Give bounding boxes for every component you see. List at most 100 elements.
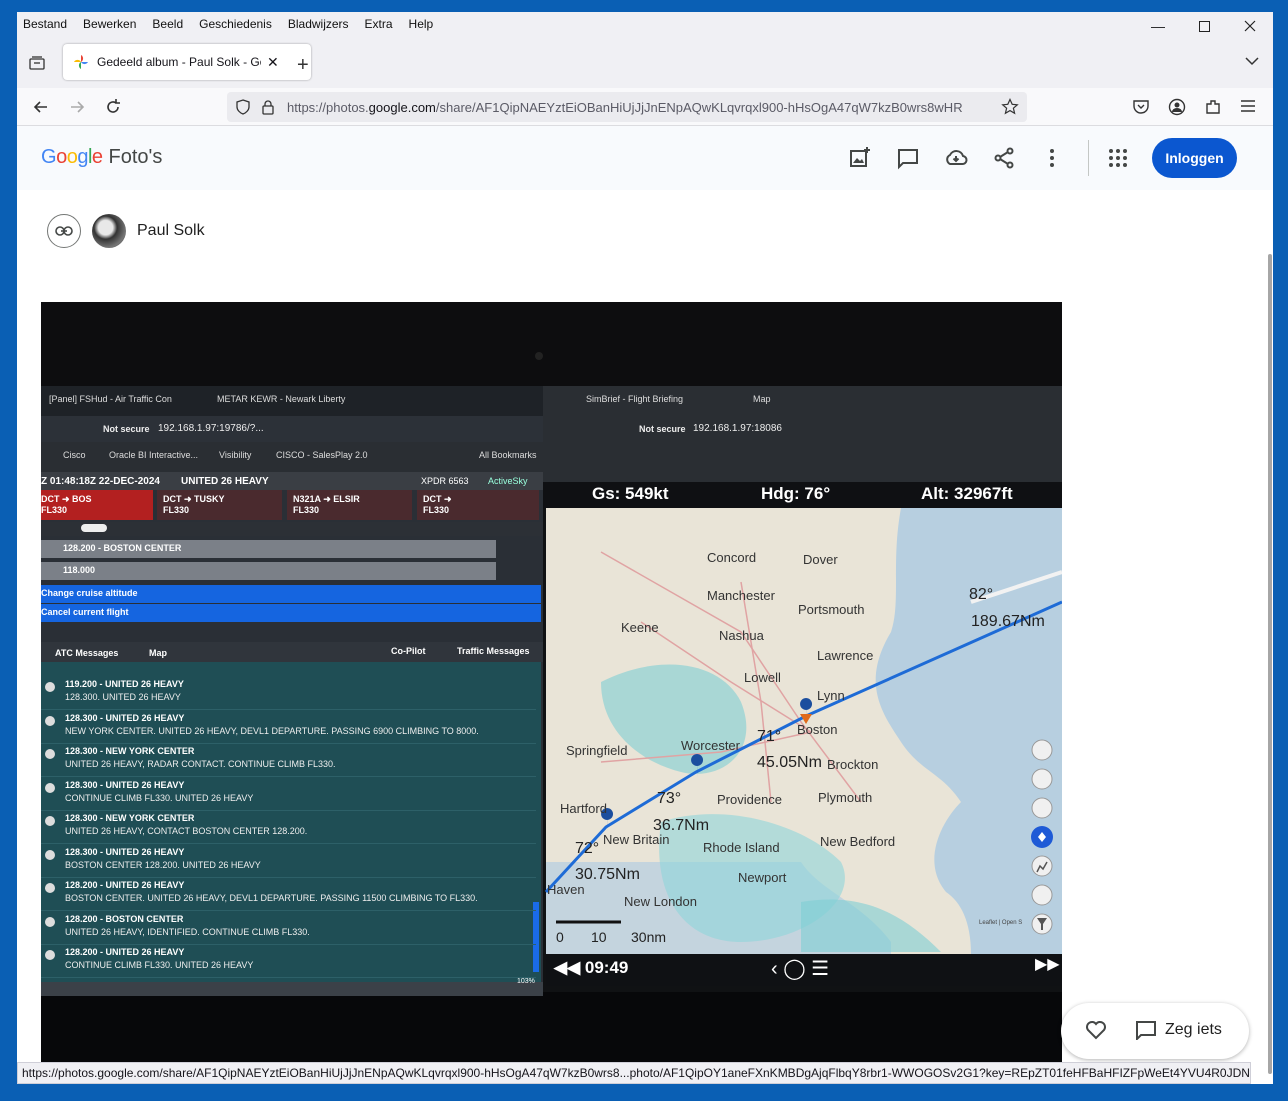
heart-icon[interactable] xyxy=(1085,1020,1107,1040)
app-header: Google Foto's Inloggen xyxy=(17,126,1273,190)
menu-file[interactable]: Bestand xyxy=(23,17,67,31)
atc-message-text: CONTINUE CLIMB FL330. UNITED 26 HEAVY xyxy=(65,960,254,970)
status-bar-link: https://photos.google.com/share/AF1QipNA… xyxy=(17,1062,1251,1084)
map-city-label: New Bedford xyxy=(820,834,896,849)
rewind-time[interactable]: ◀◀ 09:49 xyxy=(554,958,628,978)
toggle-copilot[interactable]: Co-Pilot xyxy=(391,646,426,656)
bookmark-star-icon[interactable] xyxy=(1001,98,1019,116)
map-attribution: Leaflet | Open S xyxy=(979,920,1023,926)
bookmark-all: All Bookmarks xyxy=(479,450,537,460)
menu-help[interactable]: Help xyxy=(409,17,434,31)
atc-message-text: UNITED 26 HEAVY, CONTACT BOSTON CENTER 1… xyxy=(65,826,308,836)
menu-history[interactable]: Geschiedenis xyxy=(199,17,272,31)
map-city-label: Boston xyxy=(797,722,838,737)
map-city-label: Providence xyxy=(717,792,783,807)
action-change-altitude[interactable]: Change cruise altitude xyxy=(41,588,138,598)
right-browser-tab-2: Map xyxy=(753,394,771,404)
map-city-label: Dover xyxy=(803,552,838,567)
person-icon xyxy=(45,916,55,927)
back-icon[interactable] xyxy=(31,97,51,117)
add-photos-icon[interactable] xyxy=(848,146,872,170)
reload-icon[interactable] xyxy=(103,97,123,117)
share-icon[interactable] xyxy=(992,146,1016,170)
url-bar[interactable]: https://photos.google.com/share/AF1QipNA… xyxy=(227,92,1027,122)
atc-message-text: UNITED 26 HEAVY, RADAR CONTACT. CONTINUE… xyxy=(65,759,336,769)
leg-2-course: 71° xyxy=(757,728,782,745)
atc-message-header: 128.300 - UNITED 26 HEAVY xyxy=(65,846,185,857)
atc-message-header: 128.300 - UNITED 26 HEAVY xyxy=(65,712,185,723)
forward-icon[interactable] xyxy=(67,97,87,117)
map-city-label: Lawrence xyxy=(817,648,874,663)
slideshow-icon[interactable] xyxy=(896,146,920,170)
action-cancel-flight[interactable]: Cancel current flight xyxy=(41,607,129,617)
hamburger-menu-icon[interactable] xyxy=(1240,99,1256,113)
person-icon xyxy=(45,849,55,860)
comment-icon[interactable] xyxy=(1135,1020,1157,1040)
menu-bookmarks[interactable]: Bladwijzers xyxy=(288,17,349,31)
lock-icon[interactable] xyxy=(261,99,275,115)
map-city-label: Plymouth xyxy=(818,790,873,805)
atc-xpdr: XPDR 6563 xyxy=(421,476,469,486)
map-city-label: Rhode Island xyxy=(703,840,780,855)
copy-link-button[interactable] xyxy=(47,214,81,248)
avatar[interactable] xyxy=(92,214,126,248)
map-city-label: Concord xyxy=(707,550,757,565)
route-seg-3: N321A ➜ ELSIR FL330 xyxy=(293,494,360,515)
frequency-1[interactable]: 128.200 - BOSTON CENTER xyxy=(63,543,181,553)
more-options-icon[interactable] xyxy=(1040,146,1064,170)
toggle-traffic[interactable]: Traffic Messages xyxy=(457,646,530,656)
left-url: 192.168.1.97:19786/?... xyxy=(158,423,264,434)
login-button[interactable]: Inloggen xyxy=(1152,138,1237,178)
menu-tools[interactable]: Extra xyxy=(365,17,393,31)
tab-atc-messages[interactable]: ATC Messages xyxy=(55,648,118,658)
atc-callsign: UNITED 26 HEAVY xyxy=(181,476,269,487)
person-icon xyxy=(45,816,55,826)
right-browser-tab-1: SimBrief - Flight Briefing xyxy=(586,394,684,404)
map-city-label: Portsmouth xyxy=(798,602,865,617)
atc-message-header: 128.300 - NEW YORK CENTER xyxy=(65,813,195,823)
download-icon[interactable] xyxy=(944,146,968,170)
shield-icon[interactable] xyxy=(235,99,251,115)
menu-edit[interactable]: Bewerken xyxy=(83,17,136,31)
google-photos-favicon-icon xyxy=(74,55,88,69)
atc-message-row: 128.300 - UNITED 26 HEAVY NEW YORK CENTER… xyxy=(41,712,536,744)
google-photos-logo[interactable]: Google Foto's xyxy=(41,146,162,169)
owner-name: Paul Solk xyxy=(137,222,205,239)
atc-message-text: UNITED 26 HEAVY, IDENTIFIED. CONTINUE CL… xyxy=(65,926,310,937)
tab-close-icon[interactable]: ✕ xyxy=(267,54,279,71)
scale-0: 0 xyxy=(556,929,564,945)
map-city-label: Lynn xyxy=(817,688,845,703)
atc-message-row: 128.200 - BOSTON CENTER UNITED 26 HEAVY, … xyxy=(41,913,536,945)
comment-button[interactable]: Zeg iets xyxy=(1165,1021,1222,1039)
map-nav-controls[interactable]: ‹ ◯ ☰ xyxy=(771,956,829,981)
menu-view[interactable]: Beeld xyxy=(152,17,183,31)
pocket-icon[interactable] xyxy=(1132,98,1150,116)
tab-google-photos[interactable]: Gedeeld album - Paul Solk - Go ✕ xyxy=(63,44,311,80)
shared-photo[interactable]: [Panel] FSHud - Air Traffic Con METAR KE… xyxy=(41,302,1062,1062)
chevron-down-icon[interactable] xyxy=(1245,56,1259,66)
person-icon xyxy=(45,682,55,692)
route-seg-4: DCT ➜ FL330 xyxy=(423,494,452,515)
atc-message-text: NEW YORK CENTER. UNITED 26 HEAVY, DEVL1 … xyxy=(65,725,479,736)
url-text[interactable]: https://photos.google.com/share/AF1QipNA… xyxy=(287,100,997,115)
leg-3-distance: 36.7Nm xyxy=(653,817,710,834)
new-tab-icon[interactable]: + xyxy=(297,54,309,77)
leg-1-course: 82° xyxy=(969,586,994,603)
atc-activesky: ActiveSky xyxy=(488,476,528,486)
extensions-icon[interactable] xyxy=(1204,98,1222,116)
page-scrollbar[interactable] xyxy=(1268,254,1272,1074)
zoom-percentage: 103% xyxy=(517,978,535,985)
leg-4-course: 72° xyxy=(575,840,600,857)
atc-message-text: BOSTON CENTER. UNITED 26 HEAVY, DEVL1 DE… xyxy=(65,893,478,903)
atc-message-header: 128.300 - NEW YORK CENTER xyxy=(65,746,195,756)
atc-message-row: 128.200 - UNITED 26 HEAVY CONTINUE CLIMB … xyxy=(41,946,536,978)
firefox-view-icon[interactable] xyxy=(29,56,45,70)
tab-title: Gedeeld album - Paul Solk - Go xyxy=(97,55,261,69)
atc-message-row: 128.300 - UNITED 26 HEAVY BOSTON CENTER 1… xyxy=(41,846,536,878)
tab-map[interactable]: Map xyxy=(149,648,167,658)
account-icon[interactable] xyxy=(1168,98,1186,116)
person-icon xyxy=(45,782,55,793)
apps-grid-icon[interactable] xyxy=(1106,146,1130,170)
fast-forward-icon[interactable]: ▶▶ xyxy=(1035,954,1060,974)
frequency-2[interactable]: 118.000 xyxy=(63,565,95,575)
